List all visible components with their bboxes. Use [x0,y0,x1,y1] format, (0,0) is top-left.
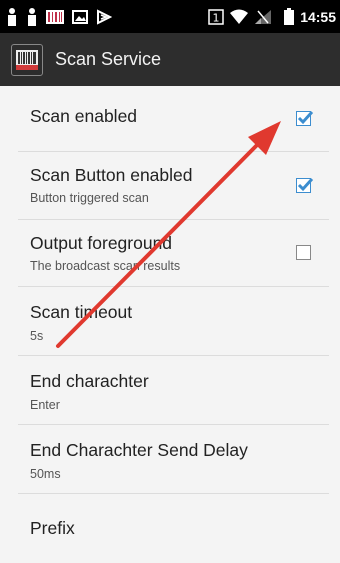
setting-title: Scan Button enabled [30,165,193,185]
app-bar: Scan Service [0,33,340,86]
battery-icon [284,8,295,25]
setting-end-character[interactable]: End charachter Enter [18,356,329,425]
setting-output-foreground[interactable]: Output foreground The broadcast scan res… [18,220,329,287]
checkmark-icon [297,177,314,192]
setting-scan-button-enabled[interactable]: Scan Button enabled Button triggered sca… [18,152,329,220]
setting-scan-enabled[interactable]: Scan enabled [18,86,329,152]
setting-subtitle: 5s [30,329,44,343]
setting-subtitle: The broadcast scan results [30,259,181,273]
clock: 14:55 [300,8,336,25]
setting-subtitle: 50ms [30,467,61,481]
setting-title: Prefix [30,518,75,538]
scan-app-icon [11,43,43,76]
setting-title: End Charachter Send Delay [30,440,248,460]
setting-title: Output foreground [30,233,173,253]
notification-icons [6,0,113,33]
barcode-icon [46,9,64,24]
setting-subtitle: Enter [30,398,60,412]
person-icon [6,7,18,26]
setting-end-character-send-delay[interactable]: End Charachter Send Delay 50ms [18,425,329,494]
settings-list: Scan enabled Scan Button enabled Button … [0,86,340,563]
setting-title: Scan enabled [30,106,138,126]
checkmark-icon [297,110,314,125]
output-foreground-checkbox[interactable] [296,245,311,260]
usb-debug-icon [96,8,113,25]
page-title: Scan Service [55,49,162,69]
scan-button-enabled-checkbox[interactable] [296,177,314,193]
setting-title: Scan timeout [30,302,133,322]
person-icon [26,7,38,26]
sim-badge: 1 [213,11,220,24]
setting-subtitle: Button triggered scan [30,191,149,205]
wifi-icon [230,9,249,25]
setting-scan-timeout[interactable]: Scan timeout 5s [18,287,329,356]
setting-prefix[interactable]: Prefix [18,494,329,563]
system-icons: 1 14:55 [208,0,336,33]
sim-icon: 1 [208,8,224,25]
signal-icon [254,9,272,25]
image-icon [72,9,88,24]
scan-enabled-checkbox[interactable] [296,110,314,126]
setting-title: End charachter [30,371,149,391]
status-bar: 1 14:55 [0,0,340,33]
